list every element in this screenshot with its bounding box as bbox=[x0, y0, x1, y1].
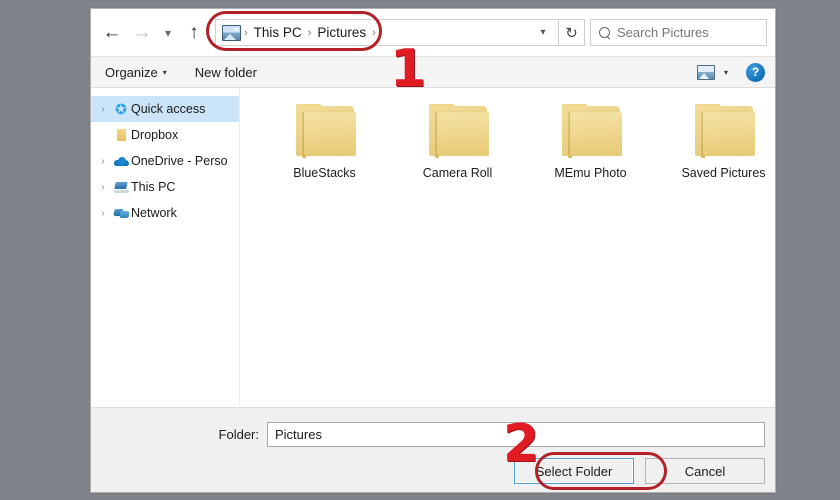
star-icon: ✪ bbox=[111, 102, 131, 116]
folder-row: Folder: Pictures bbox=[91, 422, 765, 447]
organize-button[interactable]: Organize ▾ bbox=[105, 65, 167, 80]
new-folder-button[interactable]: New folder bbox=[195, 65, 257, 80]
sidebar-item-this-pc[interactable]: › This PC bbox=[91, 174, 239, 200]
dialog-body: › ✪ Quick access Dropbox › OneDrive - Pe… bbox=[91, 88, 775, 406]
chevron-down-icon: ▾ bbox=[163, 68, 167, 77]
folder-icon bbox=[294, 104, 356, 156]
address-dropdown-chevron-down-icon[interactable]: ▾ bbox=[532, 27, 554, 38]
forward-arrow-icon[interactable]: → bbox=[127, 18, 157, 48]
command-toolbar: Organize ▾ New folder ▾ ? bbox=[91, 56, 775, 88]
expand-chevron-icon[interactable]: › bbox=[95, 104, 111, 115]
refresh-icon[interactable]: ↻ bbox=[559, 19, 585, 46]
navigation-pane: › ✪ Quick access Dropbox › OneDrive - Pe… bbox=[91, 88, 240, 406]
folder-name: MEmu Photo bbox=[554, 166, 626, 180]
list-item[interactable]: MEmu Photo bbox=[524, 100, 657, 180]
change-view-button[interactable]: ▾ bbox=[697, 65, 728, 80]
view-layout-icon bbox=[697, 65, 715, 80]
sidebar-item-onedrive[interactable]: › OneDrive - Perso bbox=[91, 148, 239, 174]
list-item[interactable]: Camera Roll bbox=[391, 100, 524, 180]
chevron-down-icon: ▾ bbox=[724, 68, 728, 77]
search-input[interactable]: Search Pictures bbox=[590, 19, 767, 46]
breadcrumb-pictures[interactable]: Pictures bbox=[312, 25, 371, 40]
pictures-library-icon bbox=[222, 25, 241, 41]
folder-name: Saved Pictures bbox=[681, 166, 765, 180]
expand-chevron-icon[interactable]: › bbox=[95, 156, 111, 167]
folder-icon bbox=[427, 104, 489, 156]
expand-chevron-icon[interactable]: › bbox=[95, 182, 111, 193]
computer-icon bbox=[111, 182, 131, 193]
folder-icon bbox=[693, 104, 755, 156]
sidebar-item-label: Dropbox bbox=[131, 128, 178, 142]
folder-name: Camera Roll bbox=[423, 166, 492, 180]
address-bar[interactable]: › This PC › Pictures › ▾ bbox=[215, 19, 559, 46]
dialog-footer: Folder: Pictures Select Folder Cancel bbox=[91, 407, 775, 492]
sidebar-item-quick-access[interactable]: › ✪ Quick access bbox=[91, 96, 239, 122]
help-icon[interactable]: ? bbox=[746, 63, 765, 82]
search-icon bbox=[597, 25, 613, 41]
sidebar-item-network[interactable]: › Network bbox=[91, 200, 239, 226]
list-item[interactable]: BlueStacks bbox=[258, 100, 391, 180]
list-item[interactable]: Saved Pictures bbox=[657, 100, 790, 180]
footer-buttons: Select Folder Cancel bbox=[514, 458, 765, 484]
folder-icon bbox=[560, 104, 622, 156]
back-arrow-icon[interactable]: ← bbox=[97, 18, 127, 48]
annotation-step-2: 2 bbox=[503, 418, 539, 470]
sidebar-item-dropbox[interactable]: Dropbox bbox=[91, 122, 239, 148]
breadcrumb-this-pc[interactable]: This PC bbox=[249, 25, 307, 40]
organize-label: Organize bbox=[105, 65, 158, 80]
recent-locations-chevron-down-icon[interactable]: ▾ bbox=[157, 18, 179, 48]
annotation-step-1: 1 bbox=[390, 43, 426, 95]
search-placeholder: Search Pictures bbox=[617, 25, 709, 40]
expand-chevron-icon[interactable]: › bbox=[95, 208, 111, 219]
up-arrow-icon[interactable]: ↑ bbox=[179, 18, 209, 48]
folder-name: BlueStacks bbox=[293, 166, 356, 180]
folder-grid: BlueStacks Camera Roll MEmu Photo bbox=[258, 100, 790, 180]
navigation-bar: ← → ▾ ↑ › This PC › Pictures › ▾ ↻ Searc… bbox=[91, 9, 775, 56]
file-list-pane[interactable]: BlueStacks Camera Roll MEmu Photo bbox=[240, 88, 790, 406]
new-folder-label: New folder bbox=[195, 65, 257, 80]
folder-field-label: Folder: bbox=[91, 427, 267, 442]
onedrive-icon bbox=[111, 157, 131, 166]
dropbox-icon bbox=[111, 129, 131, 141]
sidebar-item-label: OneDrive - Perso bbox=[131, 154, 228, 168]
sidebar-item-label: This PC bbox=[131, 180, 175, 194]
sidebar-item-label: Network bbox=[131, 206, 177, 220]
select-folder-dialog: ← → ▾ ↑ › This PC › Pictures › ▾ ↻ Searc… bbox=[90, 8, 776, 493]
network-icon bbox=[111, 208, 131, 219]
breadcrumb-separator: › bbox=[371, 27, 377, 39]
cancel-button[interactable]: Cancel bbox=[645, 458, 765, 484]
sidebar-item-label: Quick access bbox=[131, 102, 205, 116]
